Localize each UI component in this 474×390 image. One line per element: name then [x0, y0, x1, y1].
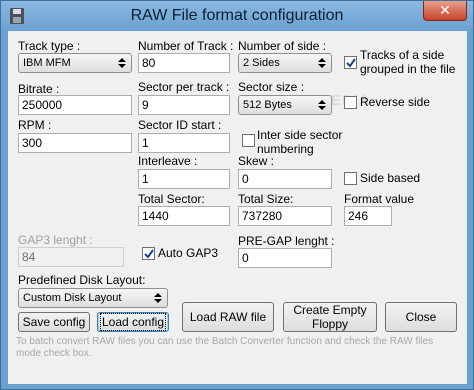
window-title: RAW File format configuration: [130, 7, 344, 24]
format-value-input[interactable]: 246: [344, 206, 392, 226]
gap3-input: 84: [18, 247, 124, 267]
total-sector-input[interactable]: 1440: [138, 206, 230, 226]
tracks-grouped-label: Tracks of a side grouped in the file: [360, 48, 456, 76]
interleave-input[interactable]: 1: [138, 169, 230, 189]
gap3-label: GAP3 lenght :: [18, 233, 93, 247]
reverse-side-label: Reverse side: [360, 95, 431, 109]
config-window: RAW File format configuration ✕ SOFTPEDI…: [0, 0, 474, 390]
chevron-down-icon: [153, 292, 163, 304]
load-config-label: Load config: [99, 313, 167, 331]
total-size-input[interactable]: 737280: [238, 206, 332, 226]
chevron-down-icon: [317, 57, 327, 69]
chevron-down-icon: [117, 57, 127, 69]
save-config-button[interactable]: Save config: [18, 312, 90, 332]
load-raw-file-button[interactable]: Load RAW file: [182, 302, 274, 332]
tracks-grouped-checkbox[interactable]: [344, 56, 357, 69]
load-raw-file-label: Load RAW file: [189, 310, 267, 324]
total-size-label: Total Size:: [238, 192, 294, 206]
close-window-button[interactable]: ✕: [423, 1, 467, 21]
number-of-side-label: Number of side :: [238, 39, 327, 53]
number-of-side-select[interactable]: 2 Sides: [238, 53, 332, 73]
interleave-label: Interleave :: [138, 154, 198, 168]
format-value-label: Format value: [344, 192, 415, 206]
sector-per-track-label: Sector per track :: [138, 80, 230, 94]
sector-per-track-input[interactable]: 9: [138, 95, 230, 115]
predefined-layout-select[interactable]: Custom Disk Layout: [18, 288, 168, 308]
inter-side-numbering-label: Inter side sector numbering: [257, 128, 343, 156]
pregap-input[interactable]: 0: [238, 248, 332, 268]
skew-input[interactable]: 0: [238, 169, 332, 189]
track-type-select[interactable]: IBM MFM: [18, 53, 132, 73]
close-label: Close: [405, 310, 437, 324]
sector-id-start-label: Sector ID start :: [138, 118, 222, 132]
number-of-side-value: 2 Sides: [243, 57, 280, 69]
number-of-track-label: Number of Track :: [138, 39, 234, 53]
pregap-label: PRE-GAP lenght :: [238, 234, 335, 248]
predefined-layout-label: Predefined Disk Layout:: [18, 273, 146, 287]
batch-hint-text: To batch convert RAW files you can use t…: [16, 336, 434, 359]
create-empty-floppy-label: Create Empty Floppy: [293, 303, 367, 331]
auto-gap3-checkbox[interactable]: [142, 247, 155, 260]
side-based-checkbox[interactable]: [344, 172, 357, 185]
reverse-side-checkbox[interactable]: [344, 96, 357, 109]
inter-side-numbering-checkbox[interactable]: [242, 134, 255, 147]
save-config-label: Save config: [22, 315, 86, 329]
close-button[interactable]: Close: [385, 302, 457, 332]
rpm-input[interactable]: 300: [18, 133, 132, 153]
sector-size-select[interactable]: 512 Bytes: [238, 95, 332, 115]
sector-size-value: 512 Bytes: [243, 99, 292, 111]
sector-size-label: Sector size :: [238, 80, 305, 94]
load-config-button[interactable]: Load config: [97, 312, 169, 332]
track-type-value: IBM MFM: [23, 57, 71, 69]
skew-label: Skew :: [238, 154, 275, 168]
dialog-body: SOFTPEDIA Track type : IBM MFM Number of…: [8, 31, 467, 384]
bitrate-label: Bitrate :: [18, 82, 60, 96]
track-type-label: Track type :: [18, 39, 81, 53]
sector-id-start-input[interactable]: 1: [138, 133, 230, 153]
side-based-label: Side based: [360, 171, 421, 185]
rpm-label: RPM :: [18, 118, 52, 132]
total-sector-label: Total Sector:: [138, 192, 205, 206]
create-empty-floppy-button[interactable]: Create Empty Floppy: [283, 302, 377, 332]
title-bar[interactable]: RAW File format configuration ✕: [1, 1, 473, 31]
chevron-down-icon: [317, 99, 327, 111]
number-of-track-input[interactable]: 80: [138, 53, 230, 73]
predefined-layout-value: Custom Disk Layout: [23, 292, 122, 304]
auto-gap3-label: Auto GAP3: [158, 246, 219, 260]
bitrate-input[interactable]: 250000: [18, 95, 132, 115]
